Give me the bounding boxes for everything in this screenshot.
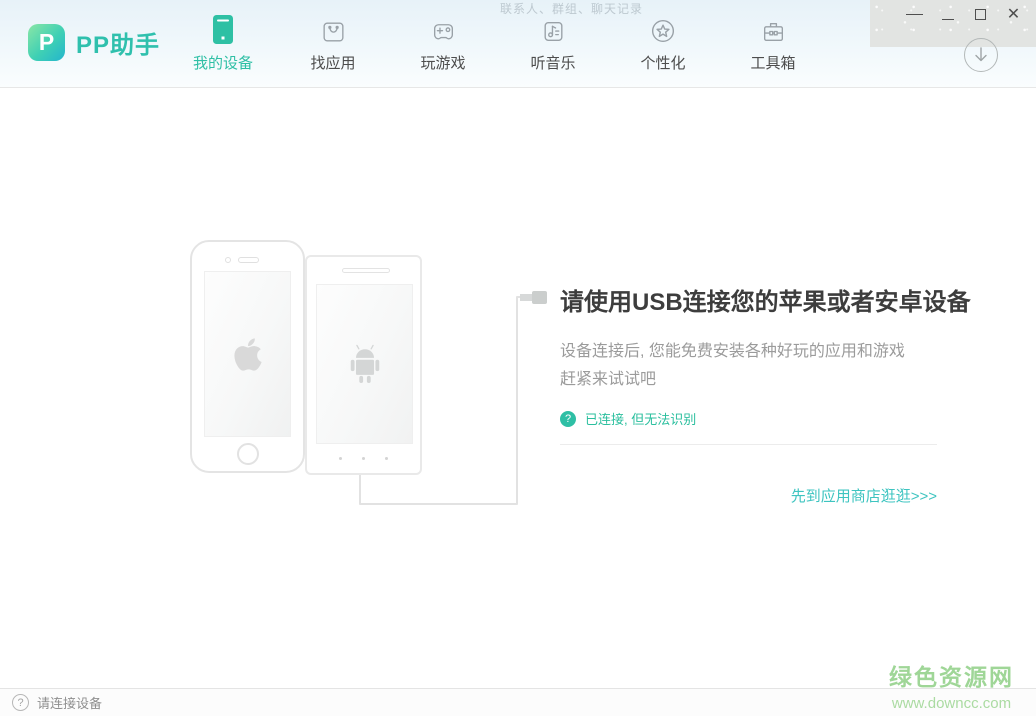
description-line-2: 赶紧来试试吧 <box>560 366 937 394</box>
tab-play-games[interactable]: 玩游戏 <box>408 13 478 73</box>
music-note-icon <box>540 13 567 45</box>
minimize-icon[interactable] <box>939 6 956 23</box>
pp-logo-icon: P <box>28 24 65 61</box>
apple-logo-icon <box>233 336 263 373</box>
header: 联系人、群组、聊天记录 P PP助手 我的设备 <box>0 0 1036 88</box>
main-content: 请使用USB连接您的苹果或者安卓设备 设备连接后, 您能免费安装各种好玩的应用和… <box>0 89 1036 688</box>
help-circle-icon: ? <box>12 694 29 711</box>
iphone-illustration <box>190 240 305 473</box>
android-nav-dots <box>307 457 420 460</box>
tab-listen-music[interactable]: 听音乐 <box>518 13 588 73</box>
tab-my-devices[interactable]: 我的设备 <box>188 13 258 73</box>
tab-label: 玩游戏 <box>420 52 465 73</box>
status-text: 请连接设备 <box>37 693 102 712</box>
android-screen <box>316 284 413 444</box>
connected-help-link[interactable]: ? 已连接, 但无法识别 <box>560 409 937 428</box>
shopping-bag-icon <box>320 13 347 45</box>
app-title: PP助手 <box>76 25 160 60</box>
watermark-site-name: 绿色资源网 <box>889 658 1014 692</box>
star-circle-icon <box>649 13 677 45</box>
divider <box>560 444 937 445</box>
tab-toolbox[interactable]: 工具箱 <box>738 13 808 73</box>
tab-label: 个性化 <box>640 52 685 73</box>
android-phone-illustration <box>305 255 422 475</box>
app-logo: P PP助手 <box>28 24 160 61</box>
description-line-1: 设备连接后, 您能免费安装各种好玩的应用和游戏 <box>560 338 937 366</box>
watermark-site-url: www.downcc.com <box>889 695 1014 712</box>
tab-find-apps[interactable]: 找应用 <box>298 13 368 73</box>
page-title: 请使用USB连接您的苹果或者安卓设备 <box>560 282 937 317</box>
main-nav: 我的设备 找应用 <box>188 13 848 73</box>
iphone-speaker <box>238 257 259 263</box>
description-text: 设备连接后, 您能免费安装各种好玩的应用和游戏 赶紧来试试吧 <box>560 338 937 394</box>
watermark: 绿色资源网 www.downcc.com <box>889 658 1014 712</box>
tab-label: 工具箱 <box>750 52 795 73</box>
close-icon[interactable]: ✕ <box>1005 6 1022 23</box>
connected-help-label: 已连接, 但无法识别 <box>585 409 696 428</box>
android-speaker <box>342 268 390 273</box>
app-window: 联系人、群组、聊天记录 P PP助手 我的设备 <box>0 0 1036 716</box>
iphone-screen <box>204 271 291 437</box>
iphone-home-button <box>237 443 259 465</box>
gamepad-icon <box>430 13 457 45</box>
question-circle-icon: ? <box>560 411 576 427</box>
android-robot-icon <box>346 343 384 385</box>
app-store-link[interactable]: 先到应用商店逛逛>>> <box>791 488 937 505</box>
window-controls: ✕ <box>906 6 1022 23</box>
menu-icon[interactable] <box>906 6 923 23</box>
device-phone-icon <box>212 13 234 45</box>
download-arrow-icon <box>973 46 989 64</box>
store-link-row: 先到应用商店逛逛>>> <box>560 485 937 506</box>
status-bar: ? 请连接设备 <box>0 688 1036 716</box>
toolbox-icon <box>760 13 787 45</box>
tab-label: 听音乐 <box>530 52 575 73</box>
iphone-camera-dot <box>225 257 231 263</box>
connect-instructions: 请使用USB连接您的苹果或者安卓设备 设备连接后, 您能免费安装各种好玩的应用和… <box>560 282 937 506</box>
tab-label: 找应用 <box>310 52 355 73</box>
maximize-icon[interactable] <box>972 6 989 23</box>
tab-label: 我的设备 <box>193 52 253 73</box>
tab-personalize[interactable]: 个性化 <box>628 13 698 73</box>
download-button[interactable] <box>964 38 998 72</box>
